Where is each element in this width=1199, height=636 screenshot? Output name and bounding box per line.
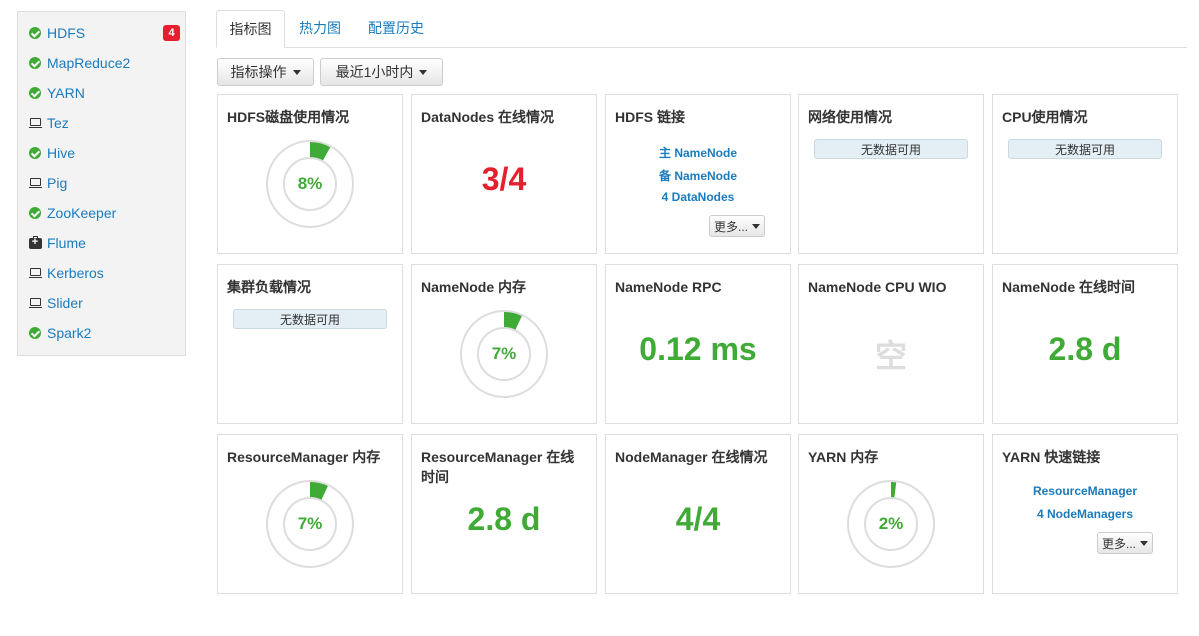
tab-heatmaps[interactable]: 热力图 [289, 10, 351, 47]
widget-title: YARN 快速链接 [1002, 449, 1101, 465]
laptop-icon [28, 266, 42, 280]
datanodes-link[interactable]: 4 DataNodes [606, 190, 790, 204]
sidebar-item-label: MapReduce2 [47, 55, 131, 71]
tab-config-history[interactable]: 配置历史 [358, 10, 434, 47]
widget-hdfs-links: HDFS 链接 主 NameNode 备 NameNode 4 DataNode… [605, 94, 791, 254]
widget-title: NameNode 在线时间 [1002, 279, 1136, 295]
laptop-icon [28, 116, 42, 130]
namenode-cpu-wio-value: 空 [874, 338, 907, 374]
laptop-icon [28, 296, 42, 310]
sidebar-item-label: HDFS [47, 25, 86, 41]
ok-icon [28, 26, 42, 40]
caret-down-icon [1140, 540, 1148, 546]
donut-percent-label: 7% [297, 514, 323, 533]
no-data-notice: 无数据可用 [233, 309, 387, 329]
tab-metrics[interactable]: 指标图 [216, 10, 285, 48]
service-tabs: 指标图 热力图 配置历史 [216, 10, 1187, 48]
sidebar-item-label: Flume [47, 235, 86, 251]
sidebar-item-zookeeper[interactable]: ZooKeeper [18, 198, 185, 228]
time-range-dropdown[interactable]: 最近1小时内 [320, 58, 443, 86]
services-sidebar: HDFS 4 MapReduce2 YARN Tez Hive Pig ZooK… [17, 11, 186, 356]
widget-nodemanagers-live[interactable]: NodeManager 在线情况 4/4 [605, 434, 791, 594]
widget-title: CPU使用情况 [1002, 109, 1088, 125]
sidebar-item-label: Spark2 [47, 325, 92, 341]
caret-down-icon [292, 69, 301, 75]
sidebar-item-slider[interactable]: Slider [18, 288, 185, 318]
laptop-icon [28, 176, 42, 190]
sidebar-item-kerberos[interactable]: Kerberos [18, 258, 185, 288]
widget-title: NameNode 内存 [421, 279, 527, 295]
widget-title: NameNode RPC [615, 279, 722, 295]
caret-down-icon [752, 223, 760, 229]
resourcemanager-uptime-value: 2.8 d [467, 501, 541, 537]
widget-namenode-memory[interactable]: NameNode 内存 7% [411, 264, 597, 424]
ok-icon [28, 326, 42, 340]
widget-namenode-cpu-wio[interactable]: NameNode CPU WIO 空 [798, 264, 984, 424]
ok-icon [28, 86, 42, 100]
datanodes-live-value: 3/4 [481, 161, 527, 197]
donut-percent-label: 2% [878, 514, 904, 533]
active-namenode-link[interactable]: 主 NameNode [606, 144, 790, 161]
sidebar-item-label: Slider [47, 295, 83, 311]
sidebar-item-hive[interactable]: Hive [18, 138, 185, 168]
time-range-label: 最近1小时内 [335, 64, 414, 80]
namenode-rpc-value: 0.12 ms [639, 331, 757, 367]
ok-icon [28, 146, 42, 160]
sidebar-item-yarn[interactable]: YARN [18, 78, 185, 108]
nodemanagers-live-value: 4/4 [675, 501, 721, 537]
metrics-actions-dropdown[interactable]: 指标操作 [217, 58, 314, 86]
standby-namenode-link[interactable]: 备 NameNode [606, 167, 790, 184]
widget-hdfs-disk-usage[interactable]: HDFS磁盘使用情况 8% [217, 94, 403, 254]
sidebar-item-spark2[interactable]: Spark2 [18, 318, 185, 348]
widget-datanodes-live[interactable]: DataNodes 在线情况 3/4 [411, 94, 597, 254]
widget-yarn-memory[interactable]: YARN 内存 2% [798, 434, 984, 594]
sidebar-item-label: Hive [47, 145, 76, 161]
widget-cpu-usage[interactable]: CPU使用情况 无数据可用 [992, 94, 1178, 254]
widget-title: YARN 内存 [808, 449, 879, 465]
alert-count-badge: 4 [163, 25, 180, 41]
sidebar-item-hdfs[interactable]: HDFS 4 [18, 18, 185, 48]
widget-namenode-uptime[interactable]: NameNode 在线时间 2.8 d [992, 264, 1178, 424]
widget-title: HDFS 链接 [615, 109, 685, 125]
no-data-notice: 无数据可用 [1008, 139, 1162, 159]
widget-title: 集群负载情况 [227, 279, 311, 295]
caret-down-icon [419, 69, 428, 75]
nodemanagers-link[interactable]: 4 NodeManagers [993, 507, 1177, 521]
donut-percent-label: 8% [297, 174, 323, 193]
widget-title: NameNode CPU WIO [808, 279, 947, 295]
more-dropdown-button[interactable]: 更多... [1097, 532, 1153, 554]
widget-title: HDFS磁盘使用情况 [227, 109, 350, 125]
medkit-icon [28, 235, 42, 250]
widget-title: 网络使用情况 [808, 109, 892, 125]
resourcemanager-link[interactable]: ResourceManager [993, 484, 1177, 498]
widget-title: DataNodes 在线情况 [421, 109, 555, 125]
metrics-actions-label: 指标操作 [230, 64, 287, 80]
widget-cluster-load[interactable]: 集群负载情况 无数据可用 [217, 264, 403, 424]
more-dropdown-button[interactable]: 更多... [709, 215, 765, 237]
widget-title: NodeManager 在线情况 [615, 449, 768, 465]
donut-percent-label: 7% [491, 344, 517, 363]
sidebar-item-mapreduce2[interactable]: MapReduce2 [18, 48, 185, 78]
widget-network-usage[interactable]: 网络使用情况 无数据可用 [798, 94, 984, 254]
widget-yarn-links: YARN 快速链接 ResourceManager 4 NodeManagers… [992, 434, 1178, 594]
more-label: 更多... [713, 219, 748, 234]
sidebar-item-flume[interactable]: Flume [18, 228, 185, 258]
widget-title: ResourceManager 内存 [227, 449, 381, 465]
more-label: 更多... [1101, 536, 1136, 551]
sidebar-item-label: YARN [47, 85, 85, 101]
widget-resourcemanager-uptime[interactable]: ResourceManager 在线时间 2.8 d [411, 434, 597, 594]
sidebar-item-label: ZooKeeper [47, 205, 117, 221]
sidebar-item-pig[interactable]: Pig [18, 168, 185, 198]
widget-namenode-rpc[interactable]: NameNode RPC 0.12 ms [605, 264, 791, 424]
sidebar-item-label: Kerberos [47, 265, 104, 281]
no-data-notice: 无数据可用 [814, 139, 968, 159]
widget-title: ResourceManager 在线时间 [421, 449, 575, 485]
namenode-uptime-value: 2.8 d [1048, 331, 1122, 367]
sidebar-item-label: Pig [47, 175, 68, 191]
ok-icon [28, 56, 42, 70]
sidebar-item-label: Tez [47, 115, 69, 131]
ok-icon [28, 206, 42, 220]
sidebar-item-tez[interactable]: Tez [18, 108, 185, 138]
widget-resourcemanager-memory[interactable]: ResourceManager 内存 7% [217, 434, 403, 594]
